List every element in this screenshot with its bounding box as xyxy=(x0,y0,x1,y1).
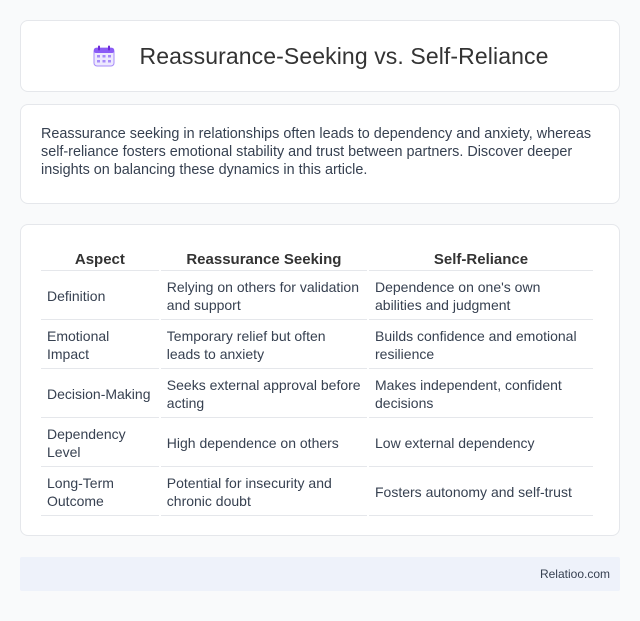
cell-reassurance-seeking: Relying on others for validation and sup… xyxy=(160,273,367,320)
calendar-icon xyxy=(92,44,116,68)
intro-card: Reassurance seeking in relationships oft… xyxy=(20,104,620,204)
cell-reassurance-seeking: Potential for insecurity and chronic dou… xyxy=(160,469,367,516)
cell-reassurance-seeking: High dependence on others xyxy=(160,420,367,467)
cell-self-reliance: Dependence on one's own abilities and ju… xyxy=(369,273,593,320)
cell-self-reliance: Makes independent, confident decisions xyxy=(369,371,593,418)
header-reassurance-seeking: Reassurance Seeking xyxy=(160,247,367,271)
page-title: Reassurance-Seeking vs. Self-Reliance xyxy=(139,42,549,69)
table-card: Aspect Reassurance Seeking Self-Reliance… xyxy=(20,224,620,536)
cell-reassurance-seeking: Seeks external approval before acting xyxy=(160,371,367,418)
cell-self-reliance: Fosters autonomy and self-trust xyxy=(369,469,593,516)
cell-aspect: Emotional Impact xyxy=(41,322,159,369)
cell-aspect: Long-Term Outcome xyxy=(41,469,159,516)
comparison-table: Aspect Reassurance Seeking Self-Reliance… xyxy=(39,245,595,518)
cell-aspect: Dependency Level xyxy=(41,420,159,467)
table-row: Long-Term Outcome Potential for insecuri… xyxy=(41,469,593,516)
header-aspect: Aspect xyxy=(41,247,159,271)
table-row: Emotional Impact Temporary relief but of… xyxy=(41,322,593,369)
title-card: Reassurance-Seeking vs. Self-Reliance xyxy=(20,20,620,92)
header-self-reliance: Self-Reliance xyxy=(369,247,593,271)
title-row: Reassurance-Seeking vs. Self-Reliance xyxy=(92,43,549,70)
cell-self-reliance: Low external dependency xyxy=(369,420,593,467)
page: Reassurance-Seeking vs. Self-Reliance Re… xyxy=(0,0,640,621)
cell-aspect: Decision-Making xyxy=(41,371,159,418)
cell-reassurance-seeking: Temporary relief but often leads to anxi… xyxy=(160,322,367,369)
table-row: Definition Relying on others for validat… xyxy=(41,273,593,320)
footer-brand: Relatioo.com xyxy=(539,567,610,581)
table-row: Dependency Level High dependence on othe… xyxy=(41,420,593,467)
table-header-row: Aspect Reassurance Seeking Self-Reliance xyxy=(41,247,593,271)
intro-text: Reassurance seeking in relationships oft… xyxy=(41,126,592,178)
cell-self-reliance: Builds confidence and emotional resilien… xyxy=(369,322,593,369)
footer: Relatioo.com xyxy=(20,557,620,591)
table-row: Decision-Making Seeks external approval … xyxy=(41,371,593,418)
cell-aspect: Definition xyxy=(41,273,159,320)
